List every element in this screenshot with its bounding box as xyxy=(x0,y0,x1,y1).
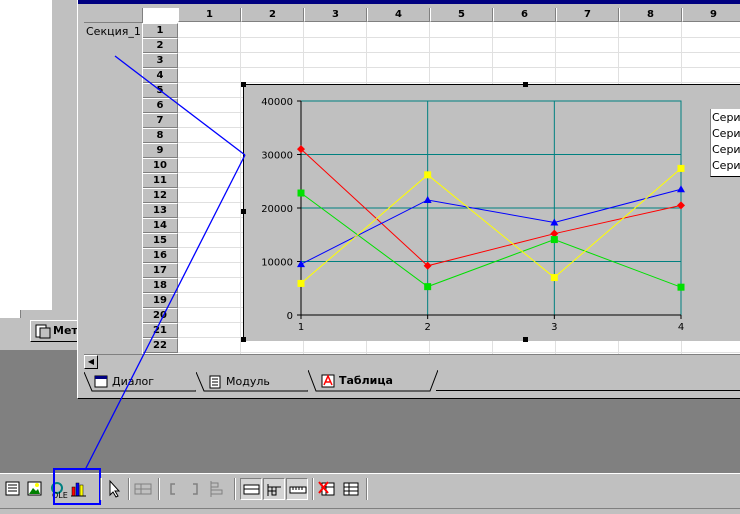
toolbar-separator xyxy=(100,478,102,500)
text-icon[interactable] xyxy=(2,478,24,500)
toolbar-separator xyxy=(158,478,160,500)
view3-icon[interactable] xyxy=(286,478,308,500)
annotation-overlay xyxy=(84,55,246,471)
toolbar-separator xyxy=(234,478,236,500)
delete-cells-icon[interactable] xyxy=(316,478,338,500)
picture-icon[interactable] xyxy=(24,478,46,500)
grid-icon[interactable] xyxy=(132,478,154,500)
align-icon[interactable] xyxy=(206,478,228,500)
status-bar xyxy=(0,508,740,514)
annotation-line-bottom xyxy=(84,154,246,471)
chart-button-highlight xyxy=(53,468,101,505)
pointer-icon[interactable] xyxy=(104,478,126,500)
view2-icon[interactable] xyxy=(263,478,285,500)
toolbar-separator xyxy=(366,478,368,500)
view1-icon[interactable] xyxy=(240,478,262,500)
bracket-left-icon[interactable] xyxy=(162,478,184,500)
annotation-line-top xyxy=(114,55,246,156)
toolbar-separator xyxy=(128,478,130,500)
toolbar-separator xyxy=(312,478,314,500)
bracket-right-icon[interactable] xyxy=(184,478,206,500)
table-props-icon[interactable] xyxy=(340,478,362,500)
